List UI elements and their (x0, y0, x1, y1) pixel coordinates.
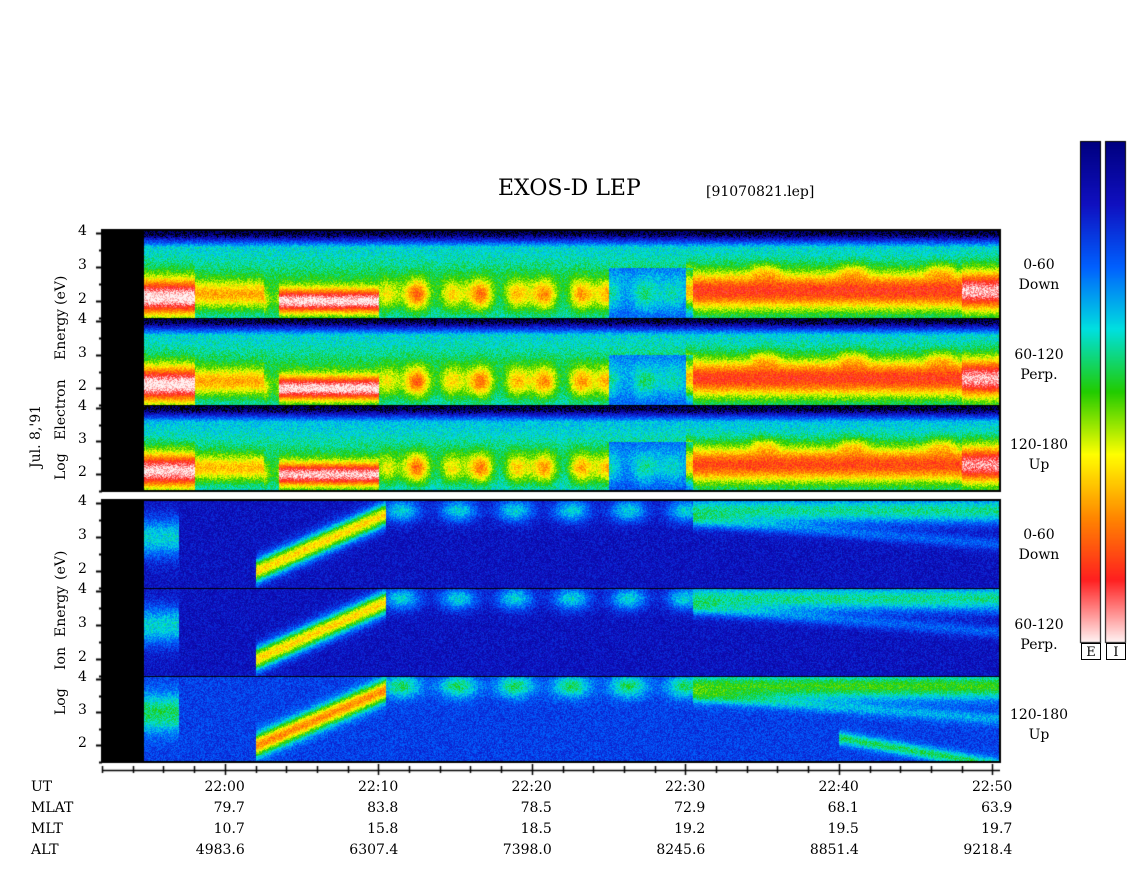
date-label: Jul. 8,'91 (28, 404, 44, 468)
ion-panel-1-direction: Down (1018, 547, 1060, 563)
y-tick-label: 2 (78, 378, 87, 395)
y-tick-label: 3 (78, 527, 87, 544)
x-tick-label: 22:20 (511, 779, 552, 795)
ephem-value-mlt: 18.5 (520, 821, 552, 837)
x-tick-label: 22:40 (818, 779, 859, 795)
ion-panel-3-direction: Up (1028, 727, 1050, 743)
electron-panel-2-label: 60-120 Perp. (1004, 345, 1074, 385)
y-tick-label: 2 (78, 735, 87, 752)
ion-panel-2-angle: 60-120 (1014, 617, 1064, 633)
ion-ylabel-energy: Energy (53, 585, 69, 637)
ephem-value-mlat: 78.5 (520, 800, 552, 816)
ephem-value-mlt: 19.5 (827, 821, 859, 837)
ion-panel-3-label: 120-180 Up (1004, 705, 1074, 745)
ion-panel-3-angle: 120-180 (1009, 707, 1069, 723)
y-tick-label: 2 (78, 561, 87, 578)
ephem-row-mlt-name: MLT (31, 821, 63, 837)
ephem-row-alt-name: ALT (31, 842, 59, 858)
x-tick-label: 22:00 (204, 779, 245, 795)
y-tick-label: 4 (78, 581, 87, 598)
y-tick-label: 4 (78, 311, 87, 328)
y-tick-label: 4 (78, 493, 87, 510)
y-tick-label: 3 (78, 344, 87, 361)
ephem-value-mlat: 72.9 (674, 800, 706, 816)
ephem-row-mlat-name: MLAT (31, 800, 74, 816)
ephem-value-mlt: 19.2 (674, 821, 706, 837)
ephem-value-mlat: 83.8 (367, 800, 399, 816)
y-tick-label: 3 (78, 431, 87, 448)
ephem-value-alt: 7398.0 (502, 842, 552, 858)
x-tick-label: 22:10 (357, 779, 399, 795)
ion-panel-2-direction: Perp. (1020, 637, 1058, 653)
electron-panel-3-direction: Up (1028, 457, 1050, 473)
x-tick-label: 22:30 (664, 779, 706, 795)
y-tick-label: 4 (78, 669, 87, 686)
y-tick-label: 2 (78, 464, 87, 481)
colorbar-ion-label: I (1106, 643, 1126, 660)
ephem-value-alt: 8851.4 (809, 842, 859, 858)
ephem-value-alt: 9218.4 (963, 842, 1013, 858)
ephem-value-mlat: 68.1 (827, 800, 859, 816)
chart-title: EXOS-D LEP (498, 176, 641, 201)
y-tick-label: 3 (78, 702, 87, 719)
ion-panel-1-label: 0-60 Down (1004, 525, 1074, 565)
electron-ylabel-log: Log (53, 453, 69, 480)
ion-ylabel-log: Log (53, 688, 69, 715)
electron-panel-2-angle: 60-120 (1014, 347, 1064, 363)
ephem-value-mlat: 79.7 (213, 800, 245, 816)
y-tick-label: 3 (78, 615, 87, 632)
ion-panel-2-label: 60-120 Perp. (1004, 615, 1074, 655)
ephem-value-alt: 8245.6 (656, 842, 706, 858)
colorbar-electron-label: E (1081, 643, 1101, 660)
file-name: [91070821.lep] (706, 184, 815, 200)
ephem-value-alt: 4983.6 (195, 842, 245, 858)
y-tick-label: 4 (78, 398, 87, 415)
electron-panel-2-direction: Perp. (1020, 367, 1058, 383)
electron-ylabel-unit: (eV) (53, 275, 69, 305)
spectrogram-canvas (0, 0, 1130, 875)
electron-panel-1-label: 0-60 Down (1004, 255, 1074, 295)
ephem-value-mlat: 63.9 (981, 800, 1013, 816)
electron-panel-1-direction: Down (1018, 277, 1060, 293)
electron-ylabel-species: Electron (53, 379, 69, 440)
ion-ylabel-species: Ion (53, 647, 69, 670)
ephem-value-mlt: 19.7 (981, 821, 1013, 837)
ephem-value-mlt: 10.7 (213, 821, 245, 837)
y-tick-label: 2 (78, 291, 87, 308)
ephem-value-mlt: 15.8 (367, 821, 399, 837)
ephem-row-ut-name: UT (31, 779, 53, 795)
electron-panel-1-angle: 0-60 (1023, 257, 1055, 273)
electron-panel-3-label: 120-180 Up (1004, 435, 1074, 475)
y-tick-label: 4 (78, 223, 87, 240)
ephem-value-alt: 6307.4 (349, 842, 399, 858)
electron-panel-3-angle: 120-180 (1009, 437, 1069, 453)
ion-panel-1-angle: 0-60 (1023, 527, 1055, 543)
x-tick-label: 22:50 (971, 779, 1013, 795)
ion-ylabel-unit: (eV) (53, 550, 69, 580)
y-tick-label: 3 (78, 257, 87, 274)
electron-ylabel-energy: Energy (53, 308, 69, 360)
y-tick-label: 2 (78, 649, 87, 666)
